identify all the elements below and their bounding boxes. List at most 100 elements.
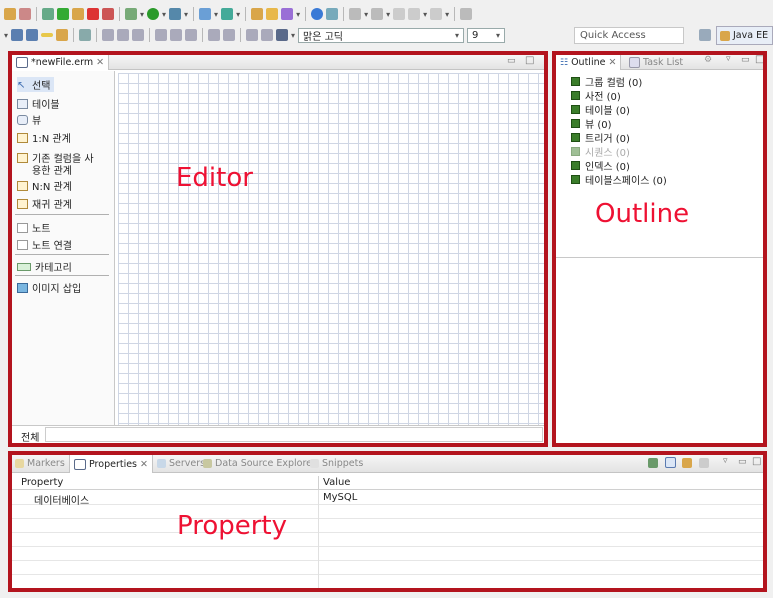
minimize-icon[interactable]: ▭	[741, 55, 750, 65]
tab-task-list[interactable]: Task List	[625, 54, 687, 70]
align-bottom-icon[interactable]	[185, 29, 198, 41]
show-advanced-icon[interactable]	[682, 458, 692, 468]
forward-nav-icon[interactable]	[430, 8, 443, 20]
properties-tab-label: Properties	[89, 458, 138, 470]
outline-divider[interactable]	[555, 257, 764, 258]
external-tools-icon[interactable]	[169, 8, 182, 20]
distribute-v-icon[interactable]	[261, 29, 274, 41]
minimize-icon[interactable]: ▭	[738, 457, 747, 467]
palette-item-view[interactable]: 뷰	[17, 112, 41, 127]
disconnect-icon[interactable]	[102, 8, 114, 20]
palette-item-one-to-many[interactable]: 1:N 관계	[17, 130, 71, 145]
maximize-icon[interactable]: □	[525, 55, 534, 66]
line-icon[interactable]	[41, 33, 54, 37]
toolbar-separator	[305, 7, 307, 21]
table-row[interactable]: 데이터베이스 MySQL	[12, 491, 764, 507]
snippets-icon	[310, 459, 319, 468]
palette-item-label-cont[interactable]: 용한 관계	[32, 162, 72, 177]
back-icon[interactable]	[393, 8, 406, 20]
open-task-icon[interactable]	[266, 8, 279, 20]
pin-icon[interactable]	[460, 8, 473, 20]
next-annotation-icon[interactable]	[349, 8, 362, 20]
restore-default-icon[interactable]	[699, 458, 709, 468]
tab-data-source-explorer[interactable]: Data Source Explorer	[199, 454, 320, 473]
match-height-icon[interactable]	[223, 29, 236, 41]
run-icon[interactable]	[147, 8, 160, 20]
outline-item-tables[interactable]: 테이블 (0)	[571, 102, 630, 117]
outline-item-sequences[interactable]: 시퀀스 (0)	[571, 144, 630, 159]
align-right-icon[interactable]	[132, 29, 145, 41]
perspective-button[interactable]: Java EE	[716, 26, 773, 45]
palette-item-table[interactable]: 테이블	[17, 96, 60, 111]
column-header-property[interactable]: Property	[21, 477, 63, 488]
close-icon[interactable]: ✕	[140, 459, 148, 470]
tab-properties[interactable]: Properties ✕	[69, 454, 153, 473]
diagram-canvas[interactable]	[118, 73, 544, 425]
palette-item-self-relation[interactable]: 재귀 관계	[17, 196, 72, 211]
outline-item-tablespaces[interactable]: 테이블스페이스 (0)	[571, 172, 667, 187]
outline-tabbar: ☷ Outline ✕ Task List ⚙ ▿ ▭ □	[555, 54, 764, 70]
zoom-icon[interactable]	[79, 29, 92, 41]
resume-icon[interactable]	[57, 8, 69, 20]
pin-view-icon[interactable]	[648, 458, 658, 468]
skip-icon[interactable]	[42, 8, 54, 20]
maximize-icon[interactable]: □	[752, 456, 761, 467]
close-icon[interactable]: ✕	[96, 57, 104, 68]
palette-item-category[interactable]: 카테고리	[17, 259, 72, 274]
debug-icon[interactable]	[19, 8, 31, 20]
match-width-icon[interactable]	[208, 29, 221, 41]
tab-markers[interactable]: Markers	[11, 454, 69, 473]
close-icon[interactable]: ✕	[608, 57, 616, 68]
lock-icon[interactable]	[56, 29, 69, 41]
browser-icon[interactable]	[311, 8, 324, 20]
new-web-icon[interactable]	[221, 8, 234, 20]
align-center-icon[interactable]	[117, 29, 130, 41]
tab-newfile-erm[interactable]: *newFile.erm ✕	[11, 54, 110, 70]
outline-item-dictionary[interactable]: 사전 (0)	[571, 88, 621, 103]
tab-outline[interactable]: ☷ Outline ✕	[555, 54, 622, 70]
database-icon	[203, 459, 212, 468]
outline-item-group-columns[interactable]: 그룹 컬럼 (0)	[571, 74, 642, 89]
terminate-icon[interactable]	[87, 8, 99, 20]
new-server-icon[interactable]	[199, 8, 212, 20]
table-row	[12, 519, 764, 533]
chevron-down-icon[interactable]: ▿	[723, 456, 728, 466]
column-divider[interactable]	[318, 476, 319, 490]
property-value[interactable]: MySQL	[323, 492, 357, 503]
chevron-down-icon[interactable]: ▿	[726, 54, 731, 64]
open-perspective-icon[interactable]	[699, 29, 711, 41]
suspend-icon[interactable]	[72, 8, 84, 20]
font-size-combo[interactable]: 9 ▾	[467, 27, 506, 43]
new-icon[interactable]	[4, 8, 16, 20]
palette-item-note[interactable]: 노트	[17, 220, 50, 235]
minimize-icon[interactable]: ▭	[507, 56, 516, 66]
layout-view-icon[interactable]	[26, 29, 39, 41]
outline-item-triggers[interactable]: 트리거 (0)	[571, 130, 630, 145]
back-nav-icon[interactable]	[408, 8, 421, 20]
align-middle-icon[interactable]	[170, 29, 183, 41]
distribute-h-icon[interactable]	[246, 29, 259, 41]
prev-annotation-icon[interactable]	[371, 8, 384, 20]
open-type-icon[interactable]	[251, 8, 264, 20]
toggle-icon[interactable]	[326, 8, 339, 20]
maximize-icon[interactable]: □	[755, 54, 764, 65]
outline-item-views[interactable]: 뷰 (0)	[571, 116, 612, 131]
grid-view-icon[interactable]	[11, 29, 24, 41]
debug-run-icon[interactable]	[125, 8, 137, 20]
color-icon[interactable]	[276, 29, 289, 41]
tab-snippets[interactable]: Snippets	[306, 454, 367, 473]
font-name-combo[interactable]: 맑은 고딕 ▾	[298, 27, 465, 43]
palette-item-select[interactable]: ↖ 선택	[17, 77, 55, 92]
palette-item-insert-image[interactable]: 이미지 삽입	[17, 280, 81, 295]
quick-access-input[interactable]: Quick Access	[574, 27, 684, 44]
view-menu-icon[interactable]: ⚙	[704, 55, 712, 65]
align-left-icon[interactable]	[102, 29, 115, 41]
outline-item-indexes[interactable]: 인덱스 (0)	[571, 158, 630, 173]
palette-item-many-to-many[interactable]: N:N 관계	[17, 178, 72, 193]
palette-item-note-connection[interactable]: 노트 연결	[17, 237, 72, 252]
show-categories-icon[interactable]	[665, 457, 676, 468]
column-header-value[interactable]: Value	[323, 477, 350, 488]
align-top-icon[interactable]	[155, 29, 168, 41]
search-tool-icon[interactable]	[281, 8, 294, 20]
zoom-field[interactable]	[45, 427, 543, 442]
